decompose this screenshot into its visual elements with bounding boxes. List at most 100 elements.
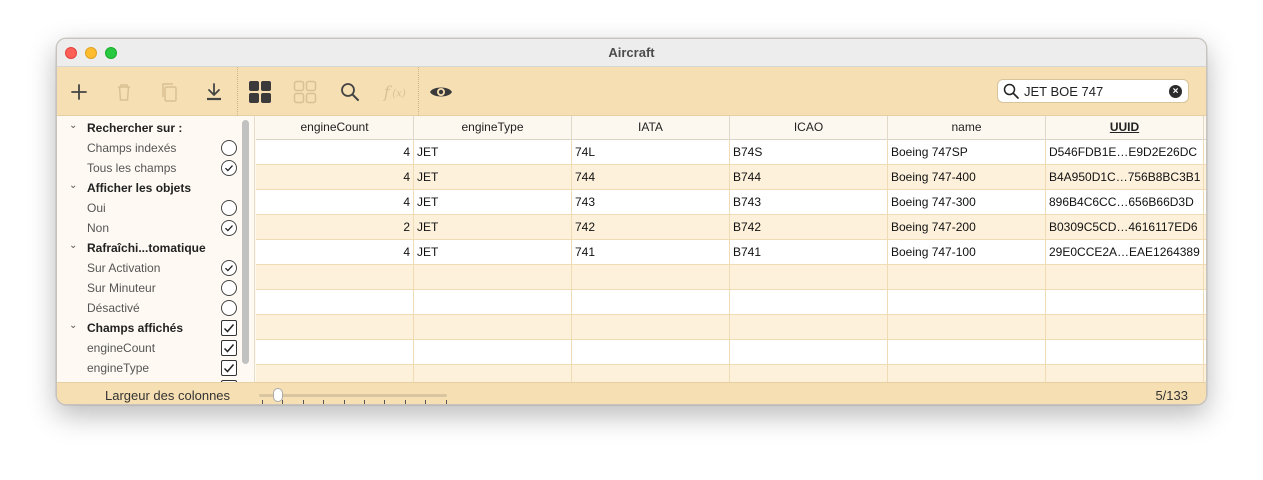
function-icon[interactable]: f (x) bbox=[383, 80, 407, 104]
table-cell bbox=[414, 290, 572, 315]
data-table: engineCount engineType IATA ICAO name UUID 4J… bbox=[256, 116, 1206, 382]
table-row[interactable] bbox=[256, 365, 1206, 382]
slider-knob[interactable] bbox=[272, 388, 283, 402]
chevron-down-icon[interactable]: ⌄ bbox=[69, 120, 77, 131]
table-cell bbox=[730, 340, 888, 365]
search-icon bbox=[1003, 83, 1019, 104]
radio-button[interactable] bbox=[221, 220, 237, 236]
table-row[interactable]: 4 JET 743 B743 Boeing 747-300 896B4C6CC…656B6… bbox=[256, 190, 1206, 215]
column-header[interactable]: engineCount bbox=[256, 116, 414, 140]
table-cell bbox=[414, 365, 572, 382]
radio-button[interactable] bbox=[221, 280, 237, 296]
section-label: Rechercher sur : bbox=[87, 121, 183, 135]
table-cell bbox=[730, 290, 888, 315]
sidebar-option[interactable]: engineCount bbox=[57, 338, 247, 358]
slider-tick bbox=[425, 400, 427, 404]
slider-tick bbox=[384, 400, 386, 404]
table-cell bbox=[572, 365, 730, 382]
table-cell: B742 bbox=[730, 215, 888, 240]
table-cell: 744 bbox=[572, 165, 730, 190]
table-row[interactable]: 4 JET 744 B744 Boeing 747-400 B4A950D1C…756B8… bbox=[256, 165, 1206, 190]
radio-button[interactable] bbox=[221, 140, 237, 156]
table-row[interactable]: 2 JET 742 B742 Boeing 747-200 B0309C5CD…46161… bbox=[256, 215, 1206, 240]
sidebar-option[interactable]: Tous les champs bbox=[57, 158, 247, 178]
table-cell bbox=[1046, 265, 1204, 290]
column-header[interactable]: IATA bbox=[572, 116, 730, 140]
section-label: Rafraîchi...tomatique bbox=[87, 241, 206, 255]
slider-tick bbox=[445, 400, 447, 404]
table-cell bbox=[888, 365, 1046, 382]
section-label: Champs affichés bbox=[87, 321, 184, 335]
clear-search-icon[interactable]: × bbox=[1169, 85, 1182, 98]
duplicate-icon[interactable] bbox=[157, 80, 181, 104]
column-header[interactable]: UUID bbox=[1046, 116, 1204, 140]
grid-view-icon[interactable] bbox=[248, 80, 272, 104]
radio-button[interactable] bbox=[221, 260, 237, 276]
table-row[interactable] bbox=[256, 315, 1206, 340]
table-cell bbox=[1046, 365, 1204, 382]
table-row[interactable]: 4 JET 74L B74S Boeing 747SP D546FDB1E…E9D2E26… bbox=[256, 140, 1206, 165]
add-icon[interactable] bbox=[67, 80, 91, 104]
option-label: Non bbox=[87, 221, 110, 235]
slider-tick bbox=[343, 400, 345, 404]
sidebar: ⌄ Rechercher sur : Champs indexés Tous les … bbox=[57, 116, 255, 382]
table-cell: 2 bbox=[256, 215, 414, 240]
table-cell bbox=[730, 315, 888, 340]
checkbox[interactable] bbox=[221, 340, 237, 356]
table-cell: JET bbox=[414, 240, 572, 265]
sidebar-section-header[interactable]: ⌄ Afficher les objets bbox=[57, 178, 247, 198]
slider-tick bbox=[323, 400, 325, 404]
trash-icon[interactable] bbox=[112, 80, 136, 104]
chevron-down-icon[interactable]: ⌄ bbox=[69, 240, 77, 251]
slider-tick bbox=[364, 400, 365, 404]
search-field[interactable]: JET BOE 747 × bbox=[997, 79, 1189, 103]
download-icon[interactable] bbox=[202, 80, 226, 104]
sidebar-option[interactable]: engineType bbox=[57, 358, 247, 378]
slider-tick bbox=[302, 400, 304, 404]
sidebar-section-header[interactable]: ⌄ Champs affichés bbox=[57, 318, 247, 338]
radio-button[interactable] bbox=[221, 300, 237, 316]
table-cell: JET bbox=[414, 215, 572, 240]
table-cell: 743 bbox=[572, 190, 730, 215]
table-header: engineCount engineType IATA ICAO name UUID bbox=[256, 116, 1206, 140]
table-cell bbox=[572, 290, 730, 315]
grid-outline-icon[interactable] bbox=[293, 80, 317, 104]
search-input[interactable]: JET BOE 747 bbox=[1024, 84, 1103, 99]
table-cell: B4A950D1C…756B8BC3B1 bbox=[1046, 165, 1204, 190]
section-label: Afficher les objets bbox=[87, 181, 192, 195]
sidebar-option[interactable]: Non bbox=[57, 218, 247, 238]
radio-button[interactable] bbox=[221, 160, 237, 176]
table-cell: 742 bbox=[572, 215, 730, 240]
eye-icon[interactable] bbox=[429, 80, 453, 104]
chevron-down-icon[interactable]: ⌄ bbox=[69, 180, 77, 191]
table-cell: Boeing 747-300 bbox=[888, 190, 1046, 215]
table-row[interactable] bbox=[256, 290, 1206, 315]
table-cell bbox=[730, 365, 888, 382]
sidebar-option[interactable]: Sur Activation bbox=[57, 258, 247, 278]
table-row[interactable]: 4 JET 741 B741 Boeing 747-100 29E0CCE2A…EAE12… bbox=[256, 240, 1206, 265]
title-bar: Aircraft bbox=[57, 39, 1206, 67]
app-window: Aircraft f (x) JET BOE 747 × ⌄ Recherche… bbox=[56, 38, 1207, 405]
slider-tick bbox=[282, 400, 284, 404]
sidebar-option[interactable]: Sur Minuteur bbox=[57, 278, 247, 298]
section-checkbox[interactable] bbox=[221, 320, 237, 336]
sidebar-option[interactable]: Désactivé bbox=[57, 298, 247, 318]
table-cell: JET bbox=[414, 140, 572, 165]
option-label: Désactivé bbox=[87, 301, 140, 315]
sidebar-option[interactable]: Oui bbox=[57, 198, 247, 218]
sidebar-section-header[interactable]: ⌄ Rechercher sur : bbox=[57, 118, 247, 138]
table-row[interactable] bbox=[256, 265, 1206, 290]
column-header[interactable]: engineType bbox=[414, 116, 572, 140]
toolbar: f (x) JET BOE 747 × bbox=[57, 67, 1206, 116]
radio-button[interactable] bbox=[221, 200, 237, 216]
sidebar-option[interactable]: Champs indexés bbox=[57, 138, 247, 158]
table-cell: B74S bbox=[730, 140, 888, 165]
column-header[interactable]: ICAO bbox=[730, 116, 888, 140]
column-width-slider[interactable] bbox=[259, 394, 447, 397]
table-row[interactable] bbox=[256, 340, 1206, 365]
column-header[interactable]: name bbox=[888, 116, 1046, 140]
sidebar-section-header[interactable]: ⌄ Rafraîchi...tomatique bbox=[57, 238, 247, 258]
chevron-down-icon[interactable]: ⌄ bbox=[69, 320, 77, 331]
search-icon[interactable] bbox=[338, 80, 362, 104]
checkbox[interactable] bbox=[221, 360, 237, 376]
